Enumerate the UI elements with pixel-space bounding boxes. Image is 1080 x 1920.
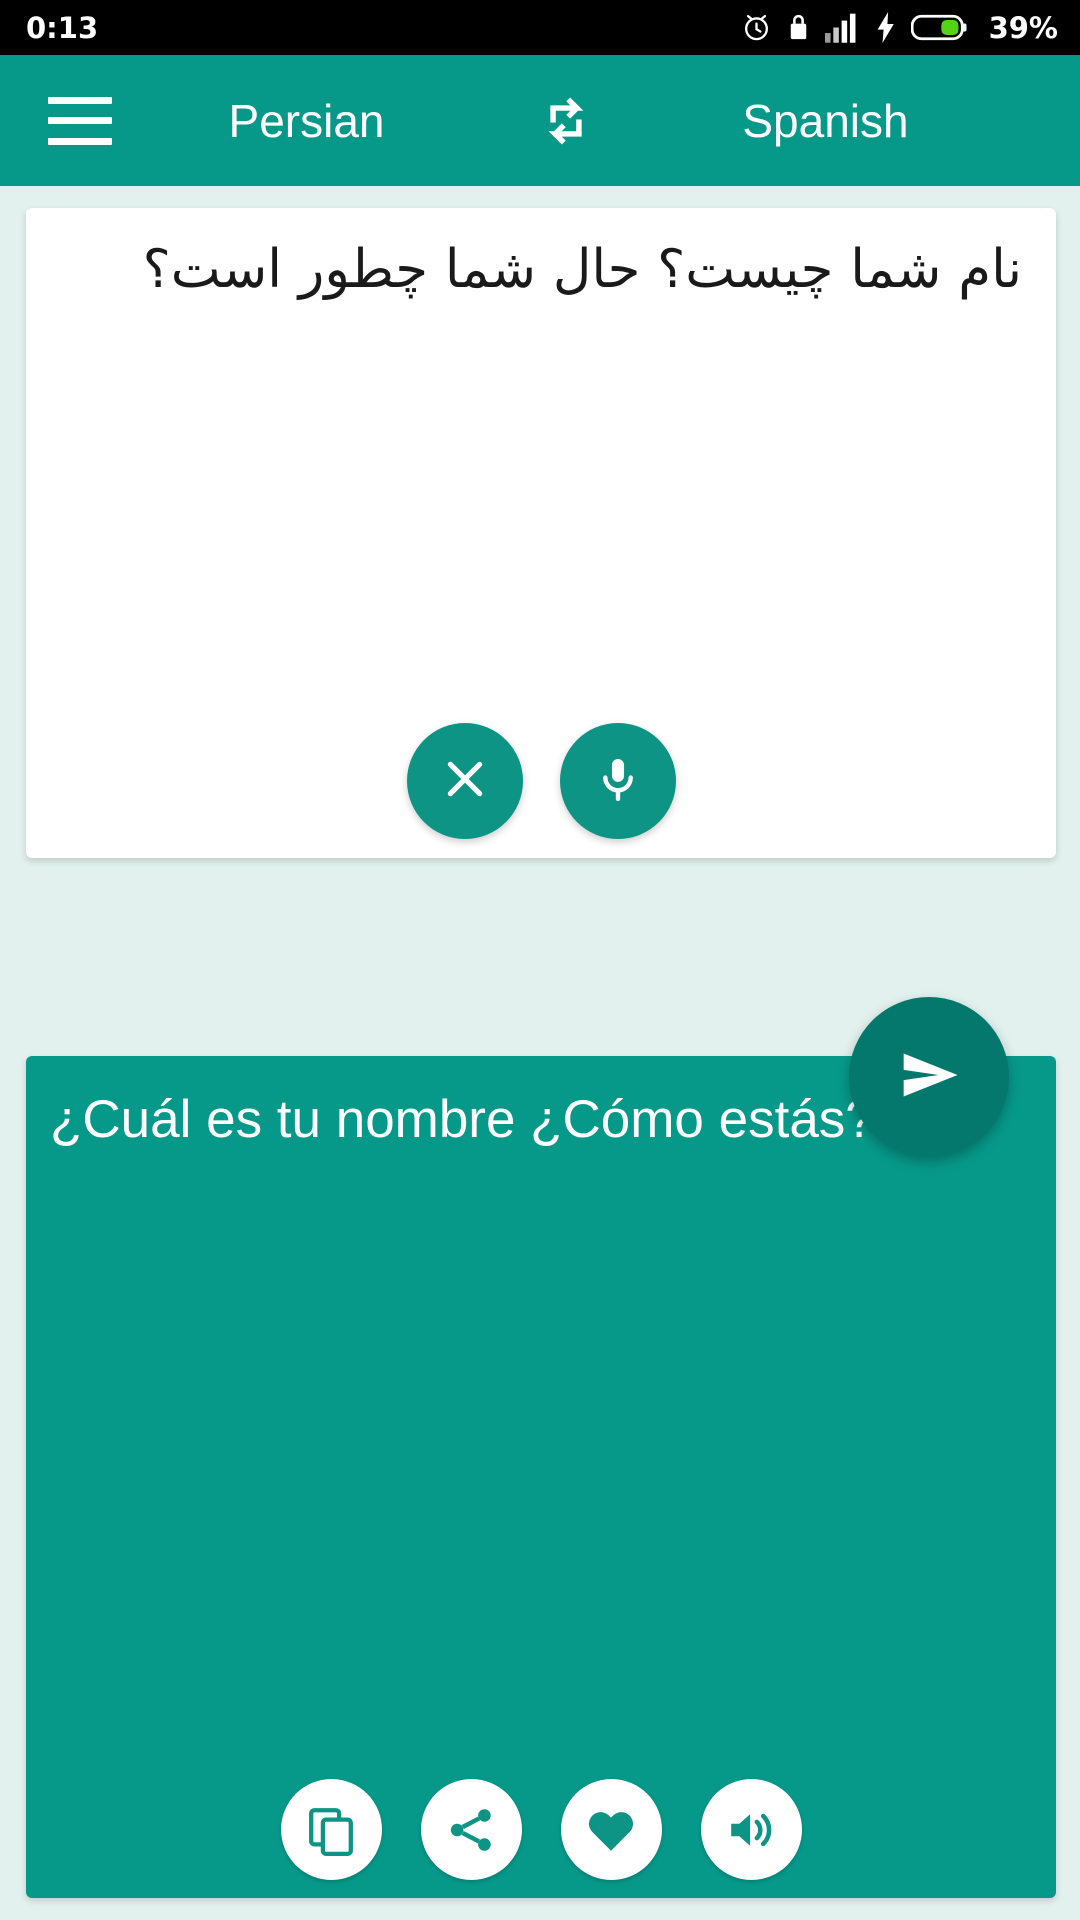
target-action-row: [26, 1779, 1056, 1880]
lock-icon: [786, 12, 811, 43]
app-toolbar: Persian Spanish: [0, 55, 1080, 186]
share-button[interactable]: [420, 1779, 522, 1880]
source-text-card: نام شما چیست؟ حال شما چطور است؟: [26, 208, 1056, 858]
target-text-card: ¿Cuál es tu nombre ¿Cómo estás?: [26, 1056, 1056, 1898]
source-text-input[interactable]: نام شما چیست؟ حال شما چطور است؟: [60, 236, 1022, 304]
battery-icon: [910, 12, 969, 43]
source-language-selector[interactable]: Persian: [82, 94, 531, 148]
microphone-icon: [593, 754, 643, 809]
send-button[interactable]: [849, 997, 1009, 1157]
speak-button[interactable]: [700, 1779, 802, 1880]
signal-bars-icon: [824, 12, 861, 43]
send-arrow-icon: [891, 1037, 967, 1118]
copy-button[interactable]: [280, 1779, 382, 1880]
share-icon: [445, 1804, 497, 1856]
status-bar: 0:13 39%: [0, 0, 1080, 55]
battery-percent-label: 39%: [988, 10, 1058, 45]
source-action-row: [26, 723, 1056, 839]
target-language-selector[interactable]: Spanish: [601, 94, 1050, 148]
heart-icon: [584, 1803, 638, 1857]
favorite-button[interactable]: [560, 1779, 662, 1880]
translator-screen: 0:13 39% Persian Spanish نام شما چیست؟ ح…: [0, 0, 1080, 1920]
charging-bolt-icon: [875, 12, 897, 43]
swap-languages-icon[interactable]: [531, 86, 601, 156]
copy-icon: [304, 1803, 358, 1857]
status-clock: 0:13: [26, 10, 99, 45]
clear-button[interactable]: [406, 723, 523, 839]
microphone-button[interactable]: [559, 723, 676, 839]
alarm-icon: [741, 12, 772, 43]
close-x-icon: [438, 752, 492, 811]
speaker-icon: [724, 1803, 778, 1857]
status-icon-group: 39%: [741, 11, 1058, 45]
